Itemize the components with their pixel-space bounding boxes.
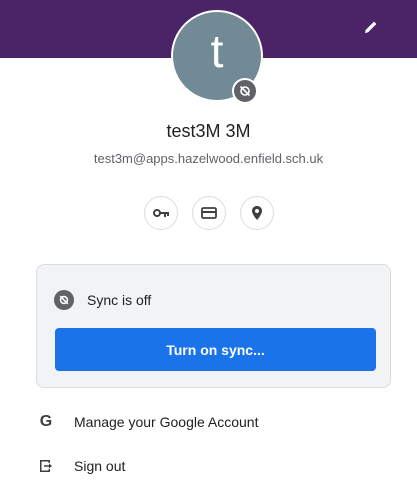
quick-actions	[0, 196, 417, 230]
sync-off-icon	[54, 290, 74, 310]
turn-on-sync-button[interactable]: Turn on sync...	[55, 328, 376, 371]
location-pin-icon	[251, 206, 262, 220]
passwords-button[interactable]	[143, 196, 178, 230]
sync-status-row: Sync is off	[54, 290, 151, 310]
edit-profile-button[interactable]	[358, 14, 384, 40]
addresses-button[interactable]	[239, 196, 274, 230]
sign-out-label: Sign out	[74, 458, 126, 474]
sync-off-badge	[232, 78, 258, 104]
key-icon	[152, 209, 169, 217]
sync-off-icon	[239, 85, 251, 97]
manage-google-account-item[interactable]: G Manage your Google Account	[36, 412, 259, 432]
sync-status-text: Sync is off	[87, 292, 152, 308]
credit-card-icon	[200, 207, 217, 219]
payment-methods-button[interactable]	[191, 196, 226, 230]
sync-card: Sync is off Turn on sync...	[36, 264, 391, 388]
manage-account-label: Manage your Google Account	[74, 414, 259, 430]
profile-name: test3M 3M	[166, 121, 251, 141]
google-g-icon: G	[39, 413, 53, 430]
sign-out-icon	[36, 456, 56, 476]
profile-email: test3m@apps.hazelwood.enfield.sch.uk	[93, 151, 324, 166]
sign-out-item[interactable]: Sign out	[36, 456, 125, 476]
pencil-icon	[365, 21, 377, 33]
avatar-letter: t	[210, 25, 224, 77]
